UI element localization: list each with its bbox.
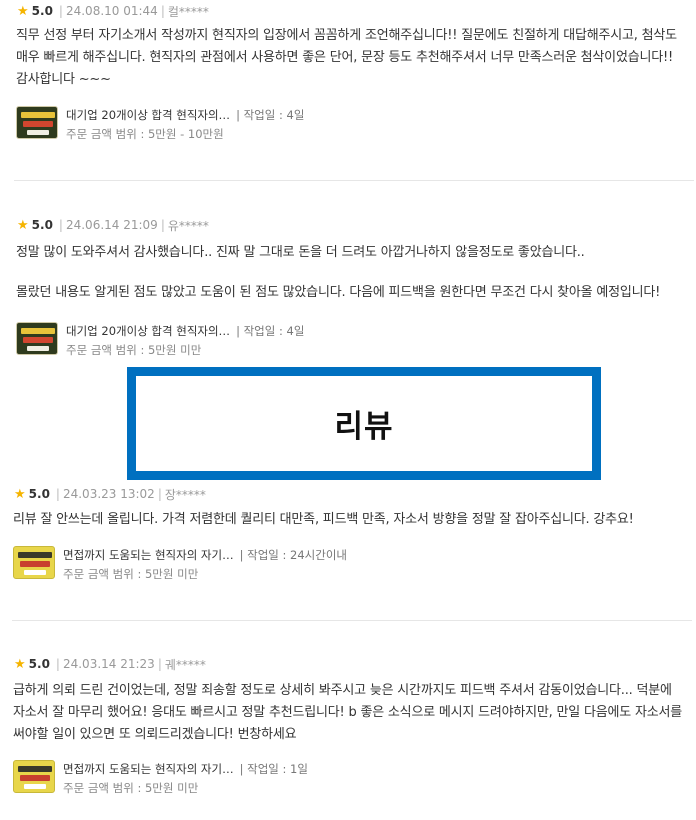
review-score: 5.0 [31, 218, 53, 232]
product-title[interactable]: 대기업 20개이상 합격 현직자의… [66, 108, 230, 122]
product-card[interactable]: 면접까지 도움되는 현직자의 자기… | 작업일 : 24시간이내 주문 금액 범… [13, 546, 347, 584]
work-days: | 작업일 : 24시간이내 [239, 548, 348, 562]
review-meta: ★ 5.0 | 24.03.14 21:23 | 궤***** [14, 656, 206, 672]
meta-separator: | [160, 4, 165, 18]
review-user: 컬***** [167, 4, 209, 19]
work-days: | 작업일 : 4일 [236, 108, 305, 122]
review-text: 리뷰 잘 안쓰는데 올립니다. 가격 저렴한데 퀄리티 대만족, 피드백 만족,… [13, 509, 683, 531]
price-range: 주문 금액 범위 : 5만원 미만 [66, 343, 202, 357]
product-card[interactable]: 면접까지 도움되는 현직자의 자기… | 작업일 : 1일 주문 금액 범위 : … [13, 760, 308, 798]
product-card[interactable]: 대기업 20개이상 합격 현직자의… | 작업일 : 4일 주문 금액 범위 : … [16, 322, 304, 360]
product-thumbnail[interactable] [13, 546, 55, 579]
review-meta: ★ 5.0 | 24.03.23 13:02 | 장***** [14, 486, 206, 502]
product-title[interactable]: 면접까지 도움되는 현직자의 자기… [63, 762, 234, 776]
star-icon: ★ [14, 486, 26, 502]
meta-separator: | [157, 657, 162, 671]
product-title[interactable]: 대기업 20개이상 합격 현직자의… [66, 324, 230, 338]
work-days: | 작업일 : 4일 [236, 324, 305, 338]
star-icon: ★ [17, 217, 29, 233]
review-paragraph: 리뷰 잘 안쓰는데 올립니다. 가격 저렴한데 퀄리티 대만족, 피드백 만족,… [13, 512, 634, 527]
overlay-label: 리뷰 [334, 409, 394, 445]
review-paragraph: 직무 선정 부터 자기소개서 작성까지 현직자의 입장에서 꼼꼼하게 조언해주십… [16, 28, 677, 87]
star-icon: ★ [14, 656, 26, 672]
star-icon: ★ [17, 3, 29, 19]
meta-separator: | [58, 218, 63, 232]
review-user: 유***** [167, 218, 209, 233]
review-score: 5.0 [28, 487, 50, 501]
price-range: 주문 금액 범위 : 5만원 미만 [63, 567, 199, 581]
review-date: 24.08.10 01:44 [65, 4, 158, 18]
review-date: 24.03.23 13:02 [62, 487, 155, 501]
review-meta: ★ 5.0 | 24.08.10 01:44 | 컬***** [17, 3, 209, 19]
review-user: 궤***** [164, 657, 206, 672]
review-user: 장***** [164, 487, 206, 502]
product-card[interactable]: 대기업 20개이상 합격 현직자의… | 작업일 : 4일 주문 금액 범위 : … [16, 106, 304, 144]
meta-separator: | [157, 487, 162, 501]
price-range: 주문 금액 범위 : 5만원 미만 [63, 781, 199, 795]
work-days: | 작업일 : 1일 [239, 762, 308, 776]
review-text: 정말 많이 도와주셔서 감사했습니다.. 진짜 말 그대로 돈을 더 드려도 아… [16, 242, 684, 304]
review-score: 5.0 [28, 657, 50, 671]
review-date: 24.06.14 21:09 [65, 218, 158, 232]
meta-separator: | [160, 218, 165, 232]
review-meta: ★ 5.0 | 24.06.14 21:09 | 유***** [17, 217, 209, 233]
review-paragraph: 급하게 의뢰 드린 건이었는데, 정말 죄송할 정도로 상세히 봐주시고 늦은 … [13, 683, 682, 742]
review-paragraph: 몰랐던 내용도 알게된 점도 많았고 도움이 된 점도 많았습니다. 다음에 피… [16, 285, 661, 300]
review-paragraph: 정말 많이 도와주셔서 감사했습니다.. 진짜 말 그대로 돈을 더 드려도 아… [16, 245, 585, 260]
meta-separator: | [55, 657, 60, 671]
review-score: 5.0 [31, 4, 53, 18]
product-title[interactable]: 면접까지 도움되는 현직자의 자기… [63, 548, 234, 562]
review-text: 급하게 의뢰 드린 건이었는데, 정말 죄송할 정도로 상세히 봐주시고 늦은 … [13, 680, 683, 746]
product-thumbnail[interactable] [16, 106, 58, 139]
divider [12, 620, 692, 621]
meta-separator: | [55, 487, 60, 501]
product-thumbnail[interactable] [16, 322, 58, 355]
meta-separator: | [58, 4, 63, 18]
price-range: 주문 금액 범위 : 5만원 - 10만원 [66, 127, 224, 141]
review-date: 24.03.14 21:23 [62, 657, 155, 671]
divider [14, 180, 694, 181]
product-thumbnail[interactable] [13, 760, 55, 793]
review-label-overlay: 리뷰 [127, 367, 601, 480]
review-text: 직무 선정 부터 자기소개서 작성까지 현직자의 입장에서 꼼꼼하게 조언해주십… [16, 25, 684, 91]
